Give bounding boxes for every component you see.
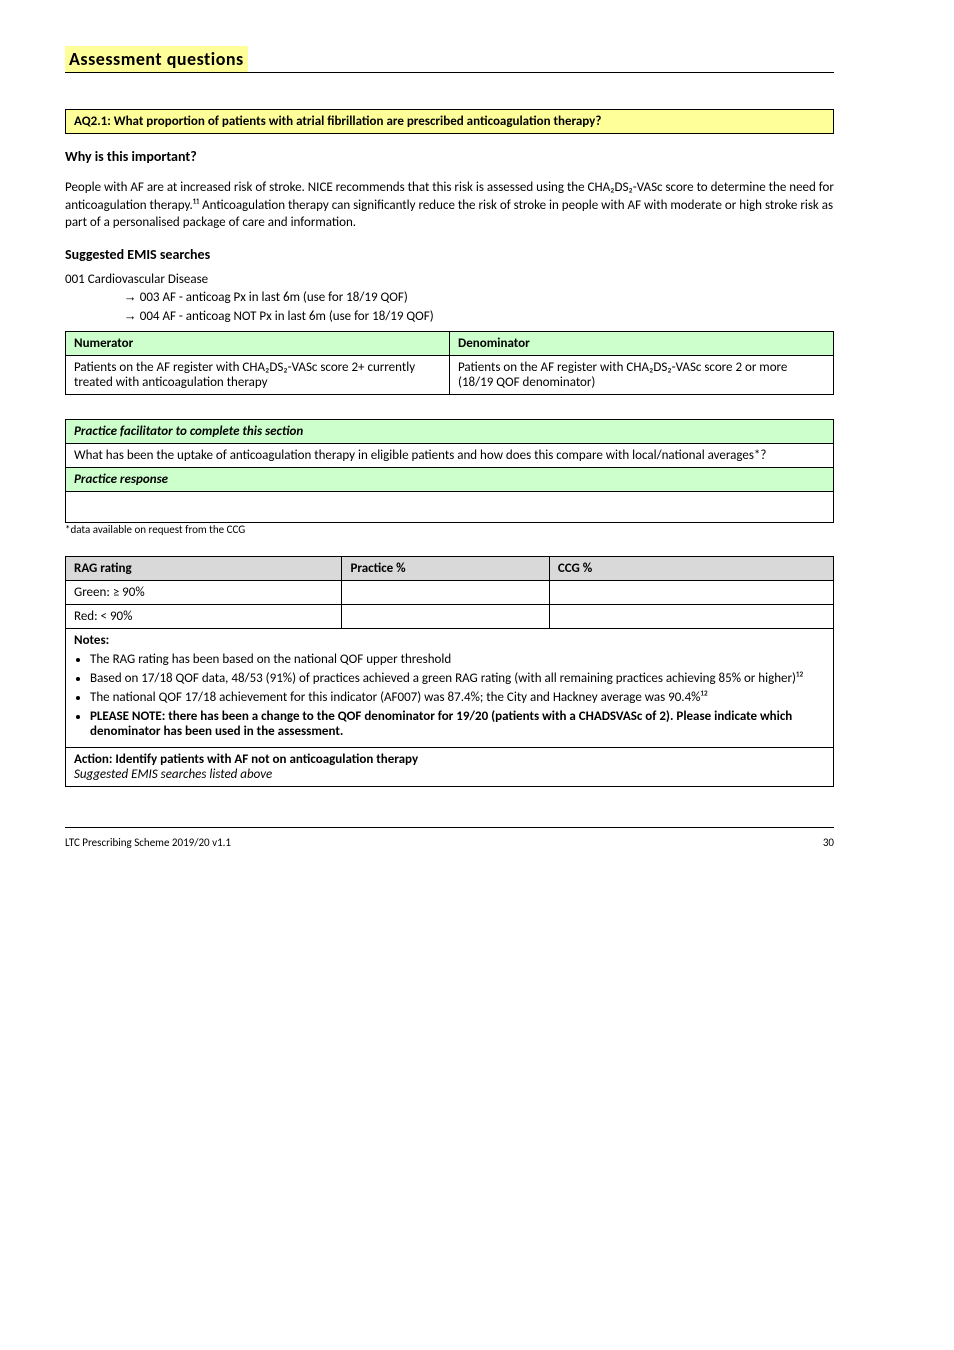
rag-red-ccg <box>549 605 833 629</box>
practice-response-cell <box>66 492 834 523</box>
action-label: Action: Identify patients with AF not on… <box>74 752 418 767</box>
notes-item: Based on 17/18 QOF data, 48/53 (91%) of … <box>90 671 825 686</box>
rag-green-practice <box>342 581 549 605</box>
table-row: Red: < 90% <box>66 605 834 629</box>
facilitator-question: What has been the uptake of anticoagulat… <box>66 444 834 468</box>
page: Assessment questions AQ2.1: What proport… <box>0 0 954 1350</box>
search-steps: 001 Cardiovascular Disease → 003 AF - an… <box>65 271 834 326</box>
arrow-right-icon: → <box>124 289 137 304</box>
rag-head-ccg: CCG % <box>549 557 833 581</box>
tbl1-numerator-cell: Patients on the AF register with CHA₂DS₂… <box>66 356 450 395</box>
notes-item: The RAG rating has been based on the nat… <box>90 652 825 667</box>
search-item-b: 004 AF - anticoag NOT Px in last 6m (use… <box>140 309 434 324</box>
title-underline <box>65 72 834 73</box>
arrow-right-icon: → <box>124 308 137 323</box>
notes-row: Notes: The RAG rating has been based on … <box>66 629 834 748</box>
tbl1-head-denominator: Denominator <box>458 336 530 351</box>
footnote-star: *data available on request from the CCG <box>65 523 834 536</box>
action-row: Action: Identify patients with AF not on… <box>66 748 834 787</box>
footer-left: LTC Prescribing Scheme 2019/20 v1.1 <box>65 836 231 849</box>
search-heading: Suggested EMIS searches <box>65 246 834 263</box>
notes-label: Notes: <box>74 633 109 648</box>
rag-table: RAG rating Practice % CCG % Green: ≥ 90%… <box>65 556 834 787</box>
notes-item: The national QOF 17/18 achievement for t… <box>90 690 825 705</box>
notes-list: The RAG rating has been based on the nat… <box>74 652 825 739</box>
rag-green-ccg <box>549 581 833 605</box>
rag-head-practice: Practice % <box>342 557 549 581</box>
notes-item: PLEASE NOTE: there has been a change to … <box>90 709 825 739</box>
rag-green-label: Green: ≥ 90% <box>66 581 342 605</box>
why-paragraph: People with AF are at increased risk of … <box>65 179 834 232</box>
facilitator-head: Practice facilitator to complete this se… <box>74 424 303 439</box>
footer-right: 30 <box>823 836 834 849</box>
why-heading: Why is this important? <box>65 148 834 165</box>
rag-red-practice <box>342 605 549 629</box>
table-row: Green: ≥ 90% <box>66 581 834 605</box>
rag-red-label: Red: < 90% <box>66 605 342 629</box>
rag-head-rating: RAG rating <box>66 557 342 581</box>
assessment-question-box: AQ2.1: What proportion of patients with … <box>65 109 834 134</box>
numerator-denominator-table: Numerator Denominator Patients on the AF… <box>65 331 834 395</box>
footer-rule <box>65 827 834 828</box>
tbl1-head-numerator: Numerator <box>74 336 133 351</box>
page-title: Assessment questions <box>65 46 248 72</box>
page-footer: LTC Prescribing Scheme 2019/20 v1.1 30 <box>65 836 834 849</box>
facilitator-table: Practice facilitator to complete this se… <box>65 419 834 523</box>
action-note: Suggested EMIS searches listed above <box>74 767 272 782</box>
tbl1-denominator-cell: Patients on the AF register with CHA₂DS₂… <box>450 356 834 395</box>
title-highlight: Assessment questions <box>65 46 834 72</box>
search-prefix: 001 Cardiovascular Disease <box>65 272 208 287</box>
practice-response-head: Practice response <box>74 472 168 487</box>
search-item-a: 003 AF - anticoag Px in last 6m (use for… <box>140 290 408 305</box>
